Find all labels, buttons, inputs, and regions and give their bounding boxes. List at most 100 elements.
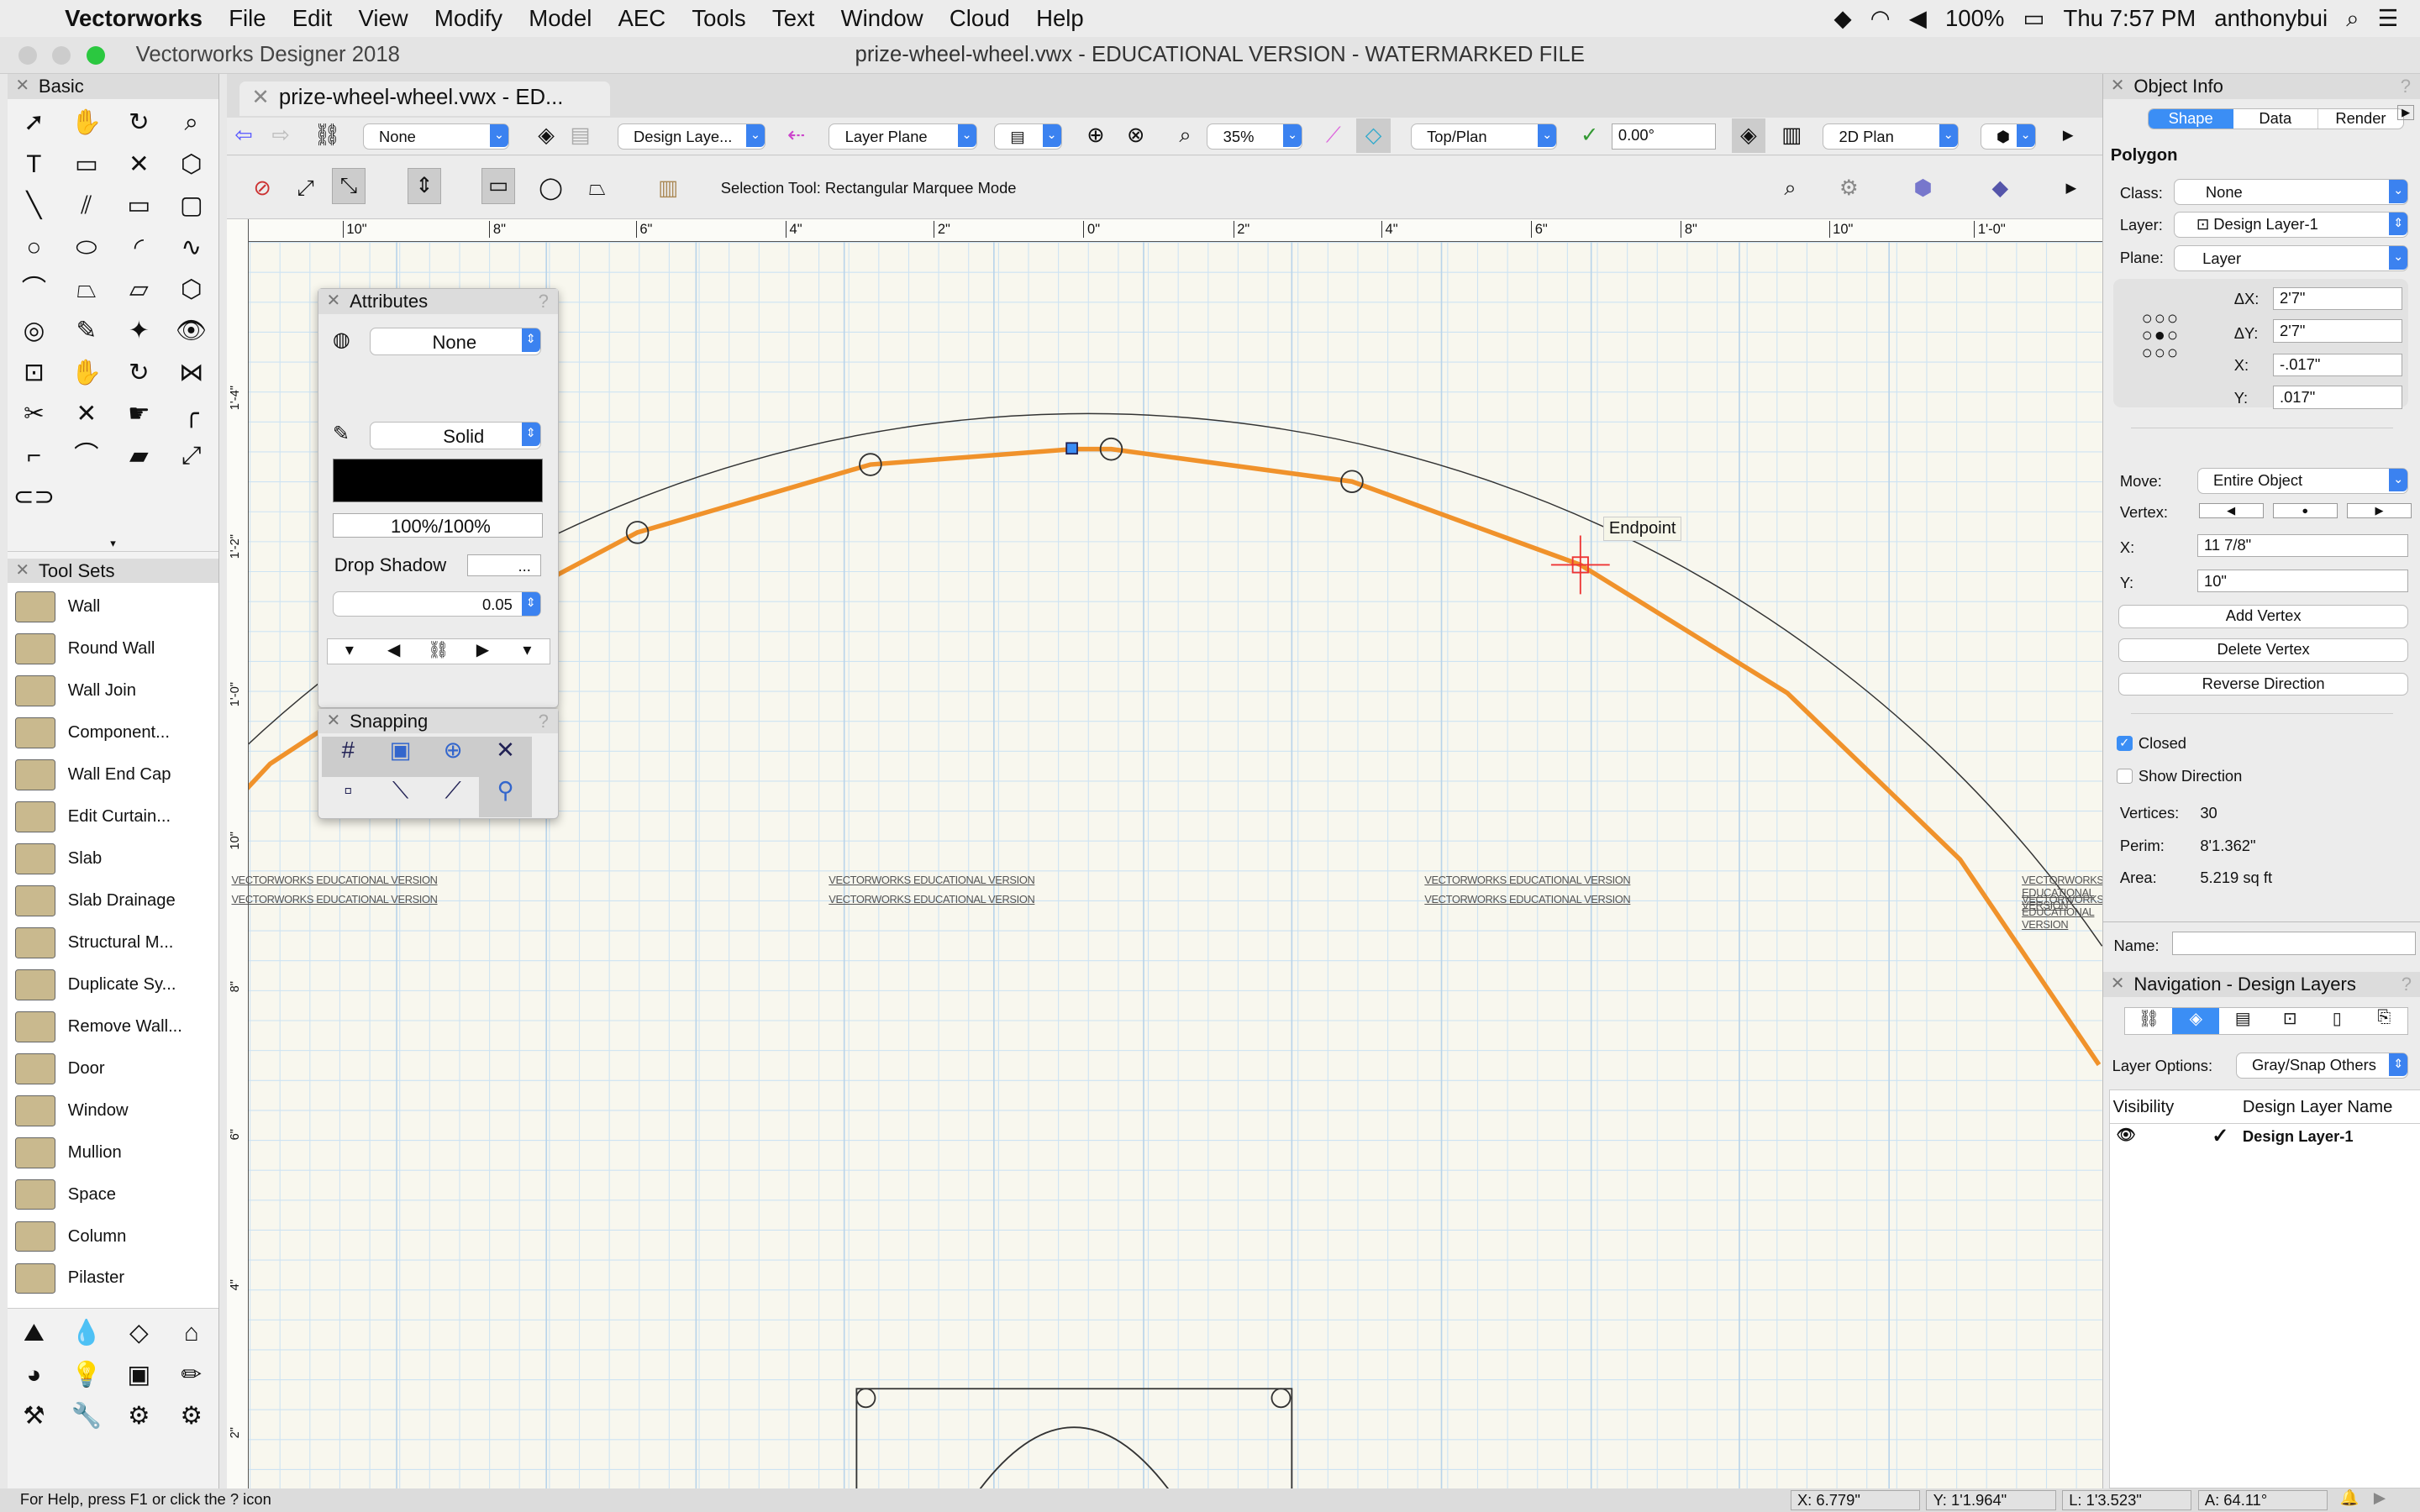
previous-vertex-button[interactable]: ◀ <box>2198 502 2264 519</box>
tool-set-item[interactable]: Duplicate Sy... <box>8 963 218 1005</box>
active-layer-dropdown[interactable]: Design Laye... ⌄ <box>617 123 765 150</box>
reshape-tool-icon[interactable]: ✋ <box>60 352 113 394</box>
mep-toolset-icon[interactable]: 🔧 <box>60 1395 113 1437</box>
forward-icon[interactable]: ⇨ <box>264 118 297 152</box>
more-arrow-icon[interactable]: ▶ <box>2051 118 2085 152</box>
clip-tool-icon[interactable]: ⊡ <box>8 352 60 394</box>
closed-checkbox[interactable]: ✓ <box>2117 736 2133 752</box>
help-icon[interactable]: ? <box>539 289 549 313</box>
tool-set-item[interactable]: Pilaster <box>8 1257 218 1299</box>
spiral-tool-icon[interactable]: ◎ <box>8 310 60 352</box>
end-marker-dropdown[interactable]: ▾ <box>505 639 550 664</box>
top-plan-view-icon[interactable]: ◇ <box>1356 118 1391 153</box>
layout-icon[interactable]: ▥ <box>1775 118 1808 152</box>
menu-aec[interactable]: AEC <box>618 5 666 32</box>
back-icon[interactable]: ⇦ <box>227 118 260 152</box>
offset-tool-icon[interactable]: ⌒ <box>60 435 113 477</box>
tool-set-item[interactable]: Edit Curtain... <box>8 796 218 838</box>
flyover-tool-icon[interactable]: ↻ <box>113 102 165 144</box>
start-marker-dropdown[interactable]: ▾ <box>328 639 372 664</box>
sheet-layer-dropdown[interactable]: ▤ ⌄ <box>993 123 1062 150</box>
resize-mode-icon[interactable]: ⇕ <box>407 168 442 204</box>
link-icon[interactable]: ⛓ <box>416 639 460 664</box>
help-icon[interactable]: ? <box>2402 972 2412 996</box>
double-line-tool-icon[interactable]: ⫽ <box>60 185 113 227</box>
project-sharing-icon[interactable]: ⬢ <box>1906 171 1939 205</box>
detailing-toolset-icon[interactable]: ✏ <box>165 1354 217 1396</box>
machine-design-toolset-icon[interactable]: ⚒ <box>8 1395 60 1437</box>
locus-tool-icon[interactable]: ✕ <box>113 144 165 186</box>
eraser-tool-icon[interactable]: ▰ <box>113 435 165 477</box>
dropbox-icon[interactable]: ◆ <box>1833 5 1851 32</box>
close-tab-icon[interactable]: ✕ <box>251 86 270 109</box>
layers-icon[interactable]: ◈ <box>529 118 563 152</box>
tool-set-item[interactable]: Space <box>8 1173 218 1215</box>
fill-style-dropdown[interactable]: None ⇕ <box>369 328 541 356</box>
fit-to-page-icon[interactable]: ⊗ <box>1119 118 1153 152</box>
lighting-toolset-icon[interactable]: 💡 <box>60 1354 113 1396</box>
pen-color-swatch[interactable] <box>332 459 543 502</box>
alert-bell-icon[interactable]: 🔔 <box>2339 1488 2359 1507</box>
opacity-field[interactable]: 100%/100% <box>332 512 543 538</box>
rotate-plan-icon[interactable]: ✓ <box>1573 118 1607 152</box>
smart-edge-icon[interactable]: ▫ <box>322 777 374 817</box>
drop-shadow-settings-button[interactable]: ... <box>466 554 541 577</box>
delta-y-field[interactable]: 2'7" <box>2272 319 2402 343</box>
polygon-tool-icon[interactable]: ⏢ <box>60 269 113 311</box>
selection-preferences-icon[interactable]: ▥ <box>651 171 685 205</box>
reverse-direction-button[interactable]: Reverse Direction <box>2118 672 2409 696</box>
help-icon[interactable]: ? <box>2401 74 2411 98</box>
notification-center-icon[interactable]: ☰ <box>2378 5 2399 32</box>
line-weight-dropdown[interactable]: 0.05 ⇕ <box>332 591 541 617</box>
fabrication-toolset-icon[interactable]: ⚙ <box>165 1395 217 1437</box>
building-shell-toolset-icon[interactable]: ⌂ <box>165 1312 217 1354</box>
trim-tool-icon[interactable]: ☛ <box>113 393 165 435</box>
start-arrow-icon[interactable]: ◀ <box>371 639 416 664</box>
clock[interactable]: Thu 7:57 PM <box>2064 5 2196 32</box>
tool-set-item[interactable]: Slab <box>8 837 218 879</box>
tool-set-item[interactable]: Window <box>8 1089 218 1131</box>
menu-window[interactable]: Window <box>841 5 923 32</box>
vertex-y-field[interactable]: 10" <box>2196 569 2409 593</box>
delta-x-field[interactable]: 2'7" <box>2272 286 2402 311</box>
landscape-toolset-icon[interactable]: 💧 <box>60 1312 113 1354</box>
visibility-tool-icon[interactable]: 👁 <box>165 310 217 352</box>
symbol-insertion-tool-icon[interactable]: ⊂⊃ <box>8 476 60 518</box>
furniture-toolset-icon[interactable]: ▣ <box>113 1354 165 1396</box>
tool-set-item[interactable]: Wall <box>8 586 218 628</box>
double-polygon-tool-icon[interactable]: ⏥ <box>113 269 165 311</box>
add-vertex-button[interactable]: Add Vertex <box>2118 604 2409 628</box>
move-by-points-tool-icon[interactable]: ⤢ <box>165 435 217 477</box>
visibility-column-header[interactable]: Visibility <box>2113 1098 2175 1117</box>
tab-data[interactable]: Data <box>2233 109 2318 129</box>
next-vertex-button[interactable]: ▶ <box>2346 502 2412 519</box>
site-planning-toolset-icon[interactable]: ⛰ <box>8 1312 60 1354</box>
freehand-tool-icon[interactable]: ∿ <box>165 227 217 269</box>
palette-menu-icon[interactable]: ▶ <box>2397 104 2414 120</box>
menu-view[interactable]: View <box>358 5 408 32</box>
sheet-layers-tab-icon[interactable]: ▤ <box>2219 1008 2266 1034</box>
layer-row[interactable]: 👁 ✓ Design Layer-1 <box>2110 1124 2420 1148</box>
layer-stack-icon[interactable]: ◈ <box>1731 118 1766 153</box>
polyline-tool-icon[interactable]: ⌒ <box>8 269 60 311</box>
menu-text[interactable]: Text <box>772 5 815 32</box>
pen-style-dropdown[interactable]: Solid ⇕ <box>369 422 541 450</box>
tool-set-item[interactable]: Component... <box>8 712 218 754</box>
plan-rotation-field[interactable]: 0.00° <box>1611 123 1717 150</box>
viewports-tab-icon[interactable]: ⊡ <box>2266 1008 2313 1034</box>
battery-icon[interactable]: ▭ <box>2023 5 2044 32</box>
smart-points-icon[interactable]: ✕ <box>479 737 532 777</box>
text-tool-icon[interactable]: T <box>8 144 60 186</box>
close-icon[interactable]: ✕ <box>15 559 29 583</box>
tool-set-item[interactable]: Slab Drainage <box>8 879 218 921</box>
snap-to-tangent-icon[interactable]: ⟍ <box>374 777 426 817</box>
tool-set-item[interactable]: Wall Join <box>8 670 218 712</box>
working-plane-icon[interactable]: ⟋ <box>1317 118 1350 152</box>
chamfer-tool-icon[interactable]: ⌐ <box>8 435 60 477</box>
publish-icon[interactable]: ◆ <box>1983 171 2017 205</box>
layer-options-icon[interactable]: ▤ <box>563 118 597 152</box>
help-icon[interactable]: ? <box>539 709 549 733</box>
tool-set-item[interactable]: Structural M... <box>8 921 218 963</box>
tool-set-item[interactable]: Door <box>8 1047 218 1089</box>
layer-dropdown[interactable]: ⊡ Design Layer-1 ⇕ <box>2174 211 2409 238</box>
